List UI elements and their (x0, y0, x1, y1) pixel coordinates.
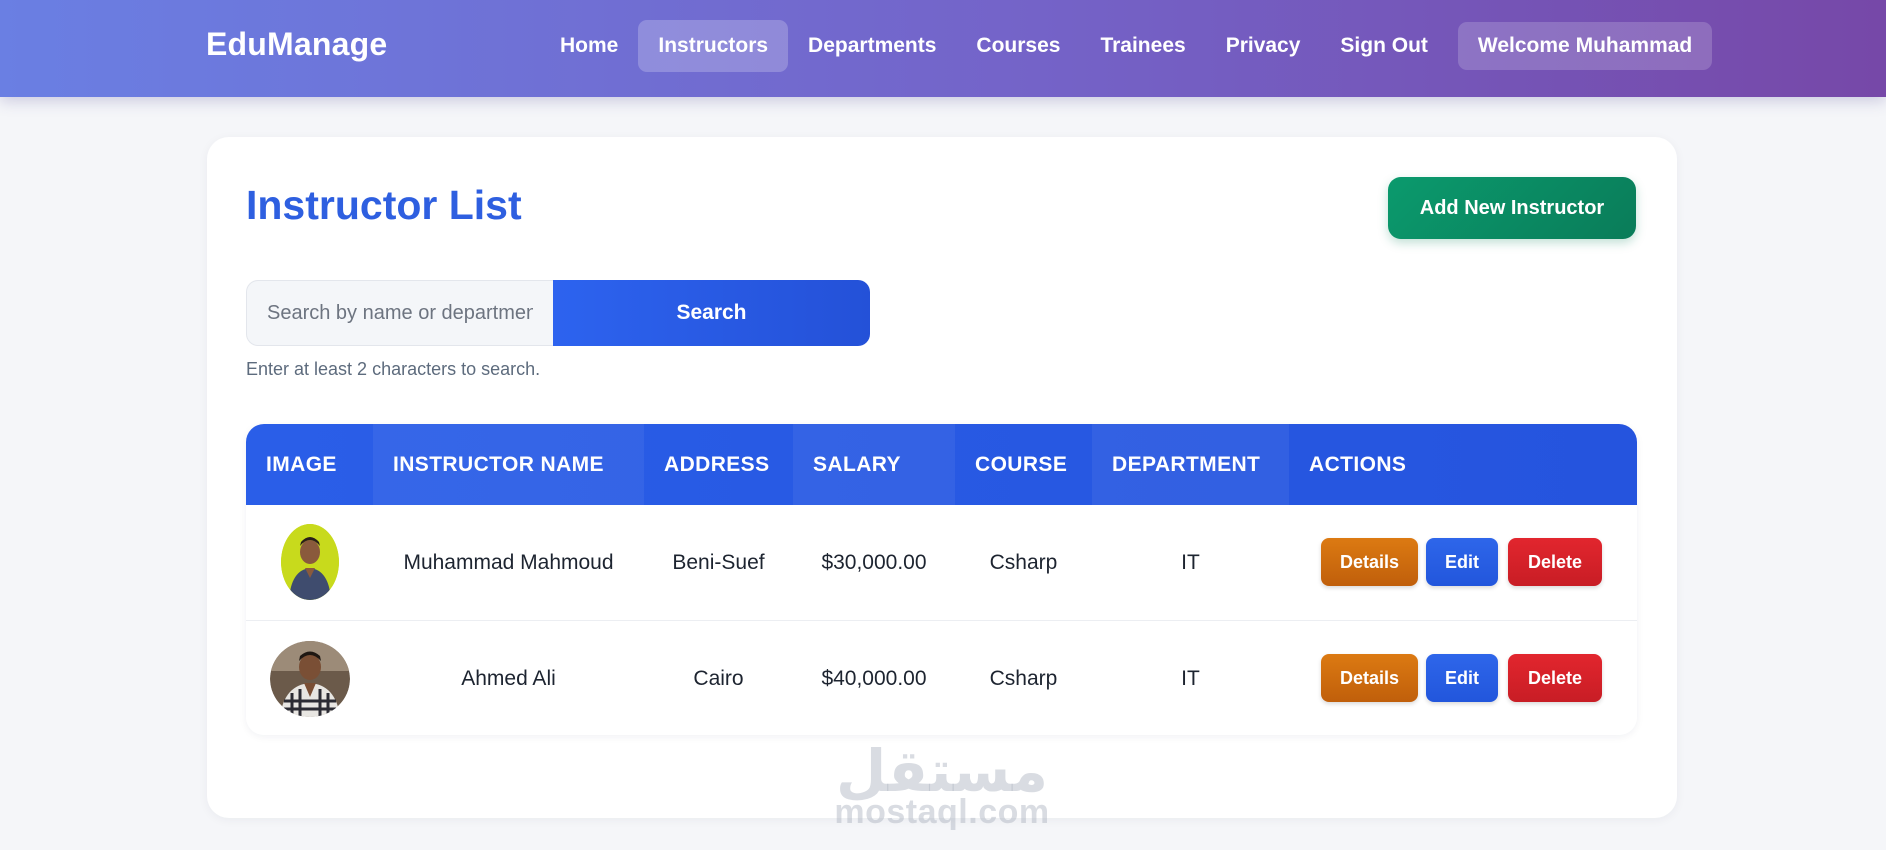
instructor-avatar (281, 524, 339, 600)
column-header-salary: SALARY (793, 424, 955, 505)
nav-links: Home Instructors Departments Courses Tra… (540, 20, 1713, 72)
instructor-salary: $30,000.00 (821, 551, 927, 574)
nav-departments[interactable]: Departments (788, 20, 956, 72)
nav-instructors[interactable]: Instructors (638, 20, 789, 72)
instructor-salary: $40,000.00 (821, 667, 927, 690)
details-button[interactable]: Details (1321, 654, 1418, 702)
instructor-address: Cairo (693, 667, 744, 690)
add-new-instructor-button[interactable]: Add New Instructor (1388, 177, 1636, 239)
instructor-list-card: Instructor List Add New Instructor Searc… (207, 137, 1677, 818)
instructor-department: IT (1181, 667, 1200, 690)
table-header: IMAGE INSTRUCTOR NAME ADDRESS SALARY COU… (246, 424, 1637, 505)
nav-sign-out[interactable]: Sign Out (1320, 20, 1448, 72)
edit-button[interactable]: Edit (1426, 654, 1498, 702)
welcome-badge: Welcome Muhammad (1457, 22, 1713, 70)
instructor-department: IT (1181, 551, 1200, 574)
column-header-name: INSTRUCTOR NAME (373, 424, 644, 505)
instructor-course: Csharp (989, 667, 1058, 690)
top-navbar: EduManage Home Instructors Departments C… (0, 0, 1886, 97)
brand-logo[interactable]: EduManage (206, 26, 387, 63)
page-title: Instructor List (246, 182, 522, 228)
instructor-name: Ahmed Ali (461, 667, 556, 690)
nav-courses[interactable]: Courses (956, 20, 1080, 72)
search-form: Search (246, 280, 870, 346)
delete-button[interactable]: Delete (1508, 654, 1602, 702)
instructor-address: Beni-Suef (672, 551, 765, 574)
details-button[interactable]: Details (1321, 538, 1418, 586)
column-header-actions: ACTIONS (1309, 453, 1407, 476)
edit-button[interactable]: Edit (1426, 538, 1498, 586)
instructor-course: Csharp (989, 551, 1058, 574)
instructor-name: Muhammad Mahmoud (403, 551, 614, 574)
instructor-table: IMAGE INSTRUCTOR NAME ADDRESS SALARY COU… (246, 424, 1637, 735)
table-row: Muhammad Mahmoud Beni-Suef $30,000.00 Cs… (246, 505, 1637, 621)
nav-trainees[interactable]: Trainees (1080, 20, 1205, 72)
column-header-department: DEPARTMENT (1092, 424, 1289, 505)
column-header-address: ADDRESS (664, 453, 770, 476)
column-header-course: COURSE (975, 453, 1068, 476)
delete-button[interactable]: Delete (1508, 538, 1602, 586)
search-hint: Enter at least 2 characters to search. (246, 359, 541, 379)
column-header-image: IMAGE (266, 453, 337, 476)
table-row: Ahmed Ali Cairo $40,000.00 Csharp IT Det… (246, 621, 1637, 735)
instructor-avatar (270, 641, 350, 717)
search-input[interactable] (246, 280, 553, 346)
nav-home[interactable]: Home (540, 20, 638, 72)
nav-privacy[interactable]: Privacy (1206, 20, 1321, 72)
search-button[interactable]: Search (553, 280, 870, 346)
